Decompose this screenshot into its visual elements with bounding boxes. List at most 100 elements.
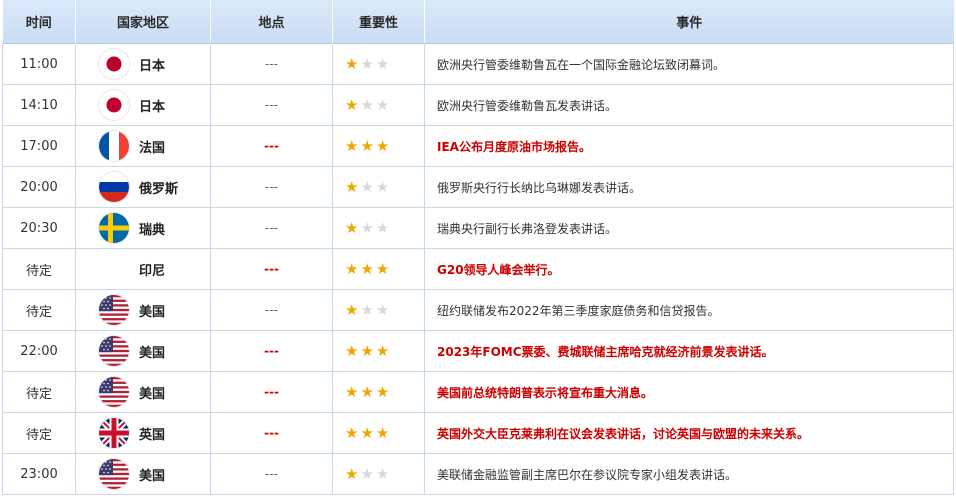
- cell-place: ---: [210, 453, 333, 495]
- star-filled-icon: ★: [375, 424, 390, 442]
- cell-place: ---: [210, 125, 333, 167]
- star-empty-icon: ★: [360, 178, 374, 196]
- table-row[interactable]: 14:10 日本 --- ★ ★ ★ 欧洲央行管委维勒鲁瓦发表讲话。: [2, 84, 954, 126]
- importance-stars: ★ ★ ★: [333, 260, 424, 278]
- cell-event: IEA公布月度原油市场报告。: [424, 125, 954, 167]
- star-filled-icon: ★: [375, 137, 390, 155]
- cell-event: 英国外交大臣克莱弗利在议会发表讲话，讨论英国与欧盟的未来关系。: [424, 412, 954, 454]
- header-country: 国家地区: [75, 0, 211, 44]
- table-row[interactable]: 17:00 法国 --- ★ ★ ★ IEA公布月度原油市场报告。: [2, 125, 954, 167]
- uk-flag-icon: [99, 418, 129, 448]
- cell-place: ---: [210, 207, 333, 249]
- cell-place: ---: [210, 330, 333, 372]
- star-filled-icon: ★: [360, 137, 374, 155]
- table-row[interactable]: 待定 英国 --- ★ ★ ★ 英国外交大臣克莱弗利在议会发表讲话，讨论英国与欧盟的未来关系…: [2, 412, 954, 454]
- cell-importance: ★ ★ ★: [332, 84, 425, 126]
- cell-country: 美国: [75, 330, 211, 372]
- star-filled-icon: ★: [360, 342, 374, 360]
- star-filled-icon: ★: [360, 424, 374, 442]
- star-empty-icon: ★: [360, 219, 374, 237]
- usa-flag-icon: [99, 336, 129, 366]
- cell-time: 11:00: [2, 43, 76, 85]
- cell-time: 20:30: [2, 207, 76, 249]
- cell-time: 待定: [2, 289, 76, 331]
- usa-flag-icon: [99, 295, 129, 325]
- france-flag-icon: [99, 131, 129, 161]
- cell-country: 美国: [75, 289, 211, 331]
- cell-importance: ★ ★ ★: [332, 289, 425, 331]
- country-name: 日本: [139, 58, 166, 74]
- cell-time: 22:00: [2, 330, 76, 372]
- star-filled-icon: ★: [360, 383, 374, 401]
- japan-flag-icon: [99, 90, 129, 120]
- cell-place: ---: [210, 289, 333, 331]
- star-filled-icon: ★: [345, 260, 359, 278]
- country-name: 美国: [139, 468, 166, 484]
- cell-event: 美国前总统特朗普表示将宣布重大消息。: [424, 371, 954, 413]
- cell-time: 待定: [2, 412, 76, 454]
- star-filled-icon: ★: [345, 465, 359, 483]
- cell-importance: ★ ★ ★: [332, 166, 425, 208]
- importance-stars: ★ ★ ★: [333, 55, 424, 73]
- table-row[interactable]: 待定 美国 --- ★ ★ ★ 美国前总统特朗普表示将宣布重大消息。: [2, 371, 954, 413]
- star-filled-icon: ★: [345, 219, 359, 237]
- importance-stars: ★ ★ ★: [333, 342, 424, 360]
- cell-importance: ★ ★ ★: [332, 43, 425, 85]
- cell-country: 美国: [75, 371, 211, 413]
- cell-time: 17:00: [2, 125, 76, 167]
- cell-event: 瑞典央行副行长弗洛登发表讲话。: [424, 207, 954, 249]
- table-row[interactable]: 22:00 美国 --- ★ ★ ★ 2023年FOMC票委、费城联储主席哈克就经济前景发表…: [2, 330, 954, 372]
- star-empty-icon: ★: [375, 55, 390, 73]
- cell-country: 美国: [75, 453, 211, 495]
- table-row[interactable]: 23:00 美国 --- ★ ★ ★ 美联储金融监管副主席巴尔在参议院专家小组发表讲话。: [2, 453, 954, 495]
- usa-flag-icon: [99, 377, 129, 407]
- cell-country: 瑞典: [75, 207, 211, 249]
- cell-country: 印尼: [75, 248, 211, 290]
- table-row[interactable]: 11:00 日本 --- ★ ★ ★ 欧洲央行管委维勒鲁瓦在一个国际金融论坛致闭幕词。: [2, 43, 954, 85]
- star-filled-icon: ★: [345, 178, 359, 196]
- star-filled-icon: ★: [345, 137, 359, 155]
- cell-event: 俄罗斯央行行长纳比乌琳娜发表讲话。: [424, 166, 954, 208]
- table-body: 11:00 日本 --- ★ ★ ★ 欧洲央行管委维勒鲁瓦在一个国际金融论坛致闭幕词。 14:…: [2, 43, 954, 495]
- cell-place: ---: [210, 412, 333, 454]
- star-empty-icon: ★: [375, 219, 390, 237]
- importance-stars: ★ ★ ★: [333, 219, 424, 237]
- cell-event: 欧洲央行管委维勒鲁瓦发表讲话。: [424, 84, 954, 126]
- table-header-row: 时间 国家地区 地点 重要性 事件: [2, 0, 954, 44]
- table-row[interactable]: 待定 美国 --- ★ ★ ★ 纽约联储发布2022年第三季度家庭债务和信贷报告。: [2, 289, 954, 331]
- cell-time: 23:00: [2, 453, 76, 495]
- header-place: 地点: [210, 0, 333, 44]
- cell-country: 日本: [75, 84, 211, 126]
- country-name: 瑞典: [139, 222, 166, 238]
- cell-country: 日本: [75, 43, 211, 85]
- star-filled-icon: ★: [375, 383, 390, 401]
- cell-event: G20领导人峰会举行。: [424, 248, 954, 290]
- usa-flag-icon: [99, 459, 129, 489]
- importance-stars: ★ ★ ★: [333, 178, 424, 196]
- table-row[interactable]: 20:00 俄罗斯 --- ★ ★ ★ 俄罗斯央行行长纳比乌琳娜发表讲话。: [2, 166, 954, 208]
- star-filled-icon: ★: [345, 383, 359, 401]
- header-event: 事件: [424, 0, 954, 44]
- russia-flag-icon: [99, 172, 129, 202]
- table-row[interactable]: 20:30 瑞典 --- ★ ★ ★ 瑞典央行副行长弗洛登发表讲话。: [2, 207, 954, 249]
- cell-event: 美联储金融监管副主席巴尔在参议院专家小组发表讲话。: [424, 453, 954, 495]
- star-filled-icon: ★: [345, 424, 359, 442]
- cell-country: 英国: [75, 412, 211, 454]
- star-filled-icon: ★: [345, 301, 359, 319]
- cell-time: 待定: [2, 371, 76, 413]
- country-name: 日本: [139, 99, 166, 115]
- cell-place: ---: [210, 166, 333, 208]
- country-name: 美国: [139, 345, 166, 361]
- star-filled-icon: ★: [375, 342, 390, 360]
- table-row[interactable]: 待定 印尼 --- ★ ★ ★ G20领导人峰会举行。: [2, 248, 954, 290]
- star-empty-icon: ★: [360, 465, 374, 483]
- country-name: 英国: [139, 427, 166, 443]
- star-filled-icon: ★: [360, 260, 374, 278]
- cell-importance: ★ ★ ★: [332, 207, 425, 249]
- cell-event: 欧洲央行管委维勒鲁瓦在一个国际金融论坛致闭幕词。: [424, 43, 954, 85]
- star-empty-icon: ★: [375, 96, 390, 114]
- cell-time: 待定: [2, 248, 76, 290]
- importance-stars: ★ ★ ★: [333, 137, 424, 155]
- cell-event: 2023年FOMC票委、费城联储主席哈克就经济前景发表讲话。: [424, 330, 954, 372]
- cell-importance: ★ ★ ★: [332, 371, 425, 413]
